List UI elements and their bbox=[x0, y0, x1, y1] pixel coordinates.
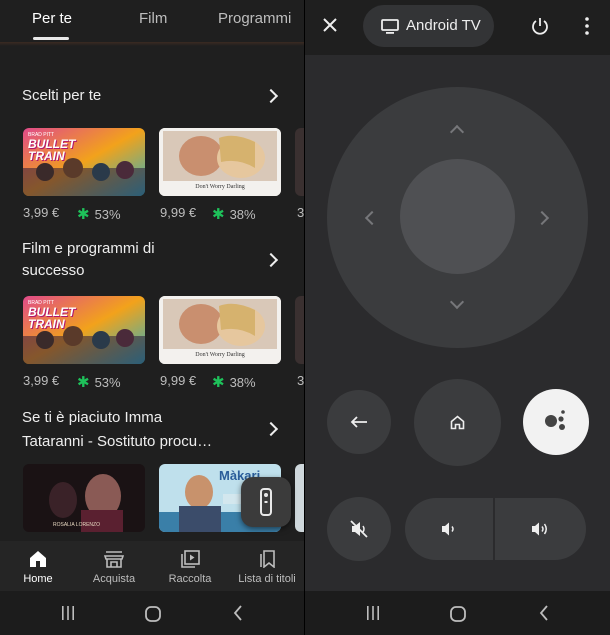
dpad-up-icon[interactable] bbox=[449, 124, 465, 140]
recent-apps-icon[interactable] bbox=[365, 605, 381, 621]
home-button[interactable] bbox=[414, 379, 501, 466]
poster-title: BULLET TRAIN bbox=[28, 305, 76, 331]
section-title-line: Tataranni - Sostituto procu… bbox=[22, 433, 213, 450]
back-icon[interactable] bbox=[232, 605, 244, 621]
movie-card-bullet-train[interactable]: BRAD PITT BULLET TRAIN bbox=[23, 296, 145, 364]
header-banner-edge bbox=[0, 42, 304, 46]
poster-title: Don't Worry Darling bbox=[195, 184, 245, 190]
active-tab-indicator bbox=[33, 37, 69, 40]
nav-item-lista-titoli[interactable]: Lista di titoli bbox=[232, 541, 302, 591]
tab-per-te[interactable]: Per te bbox=[32, 10, 72, 27]
movie-card-partial[interactable] bbox=[295, 464, 304, 532]
movies-app-panel: Per te Film Programmi Scelti per te BRAD… bbox=[0, 0, 304, 635]
section-title-line: successo bbox=[22, 262, 85, 279]
back-icon[interactable] bbox=[538, 605, 550, 621]
rating-score: ✱ 53% bbox=[77, 206, 121, 223]
more-options-icon[interactable] bbox=[585, 17, 589, 35]
power-icon[interactable] bbox=[531, 17, 549, 35]
home-icon bbox=[450, 415, 465, 430]
volume-up-button[interactable] bbox=[495, 498, 586, 560]
price-label-partial: 3 bbox=[297, 205, 304, 220]
nav-item-raccolta[interactable]: Raccolta bbox=[160, 541, 220, 591]
remote-icon bbox=[260, 488, 272, 516]
movie-card-rosalia-lorenzo[interactable]: ROSALIA LORENZO bbox=[23, 464, 145, 532]
assistant-icon bbox=[545, 410, 565, 430]
dpad-right-icon[interactable] bbox=[534, 210, 550, 226]
section-title-successo[interactable]: Film e programmi di successo bbox=[22, 238, 155, 282]
library-icon bbox=[181, 550, 200, 568]
section-title-line: Film e programmi di bbox=[22, 240, 155, 257]
nav-item-acquista[interactable]: Acquista bbox=[84, 541, 144, 591]
top-tabs: Per te Film Programmi bbox=[0, 0, 304, 42]
tab-programmi[interactable]: Programmi bbox=[218, 10, 291, 27]
price-label: 9,99 € bbox=[160, 205, 197, 220]
section-title-imma-tataranni[interactable]: Se ti è piaciuto Imma Tataranni - Sostit… bbox=[22, 406, 212, 454]
price-label: 3,99 € bbox=[23, 373, 60, 388]
home-system-icon[interactable] bbox=[449, 605, 467, 623]
movie-card-dont-worry-darling[interactable]: Don't Worry Darling bbox=[159, 296, 281, 364]
movie-card-bullet-train[interactable]: BRAD PITT BULLET TRAIN bbox=[23, 128, 145, 196]
google-assistant-button[interactable] bbox=[523, 389, 589, 455]
movie-card-partial[interactable] bbox=[295, 296, 304, 364]
nav-label: Home bbox=[23, 573, 53, 585]
rating-score: ✱ 53% bbox=[77, 374, 121, 391]
system-navigation-bar bbox=[305, 591, 610, 635]
remote-top-bar: Android TV bbox=[305, 0, 610, 55]
tab-film[interactable]: Film bbox=[139, 10, 167, 27]
chevron-right-icon[interactable] bbox=[263, 88, 279, 104]
back-button[interactable] bbox=[327, 390, 391, 454]
volume-mute-icon bbox=[350, 520, 368, 538]
dpad-left-icon[interactable] bbox=[364, 210, 380, 226]
rotten-score-icon: ✱ bbox=[212, 374, 225, 391]
rating-score: ✱ 38% bbox=[212, 374, 256, 391]
system-navigation-bar bbox=[0, 591, 304, 635]
mute-button[interactable] bbox=[327, 497, 391, 561]
poster-title: ROSALIA LORENZO bbox=[53, 522, 100, 528]
rotten-score-icon: ✱ bbox=[77, 374, 90, 391]
nav-item-home[interactable]: Home bbox=[8, 541, 68, 591]
rating-score: ✱ 38% bbox=[212, 206, 256, 223]
dpad-down-icon[interactable] bbox=[449, 294, 465, 310]
price-label-partial: 3 bbox=[297, 373, 304, 388]
bottom-navigation: Home Acquista Raccolta Lista di titoli bbox=[0, 541, 304, 591]
close-icon[interactable] bbox=[323, 18, 337, 32]
price-label: 9,99 € bbox=[160, 373, 197, 388]
section-title-scelti[interactable]: Scelti per te bbox=[22, 85, 101, 107]
poster-title: BULLET TRAIN bbox=[28, 137, 76, 163]
volume-down-icon bbox=[442, 522, 454, 536]
tv-remote-panel: Android TV bbox=[305, 0, 610, 635]
dpad-center-button[interactable] bbox=[400, 159, 515, 274]
section-title-line: Se ti è piaciuto Imma bbox=[22, 409, 163, 426]
poster-title: Don't Worry Darling bbox=[195, 352, 245, 358]
bookmark-icon bbox=[260, 550, 275, 568]
movie-card-dont-worry-darling[interactable]: Don't Worry Darling bbox=[159, 128, 281, 196]
volume-down-button[interactable] bbox=[405, 498, 493, 560]
arrow-left-icon bbox=[350, 416, 367, 428]
device-name: Android TV bbox=[406, 17, 481, 34]
nav-label: Raccolta bbox=[168, 573, 212, 585]
movie-card-partial[interactable] bbox=[295, 128, 304, 196]
price-label: 3,99 € bbox=[23, 205, 60, 220]
store-icon bbox=[104, 551, 124, 568]
tv-remote-button[interactable] bbox=[241, 477, 291, 527]
recent-apps-icon[interactable] bbox=[60, 605, 76, 621]
home-icon bbox=[30, 551, 46, 567]
nav-label: Lista di titoli bbox=[238, 573, 296, 585]
volume-up-icon bbox=[532, 522, 547, 536]
tv-icon bbox=[381, 19, 399, 34]
chevron-right-icon[interactable] bbox=[263, 421, 279, 437]
chevron-right-icon[interactable] bbox=[263, 252, 279, 268]
rotten-score-icon: ✱ bbox=[77, 206, 90, 223]
rotten-score-icon: ✱ bbox=[212, 206, 225, 223]
home-system-icon[interactable] bbox=[144, 605, 162, 623]
device-selector[interactable]: Android TV bbox=[363, 5, 494, 47]
nav-label: Acquista bbox=[92, 573, 136, 585]
